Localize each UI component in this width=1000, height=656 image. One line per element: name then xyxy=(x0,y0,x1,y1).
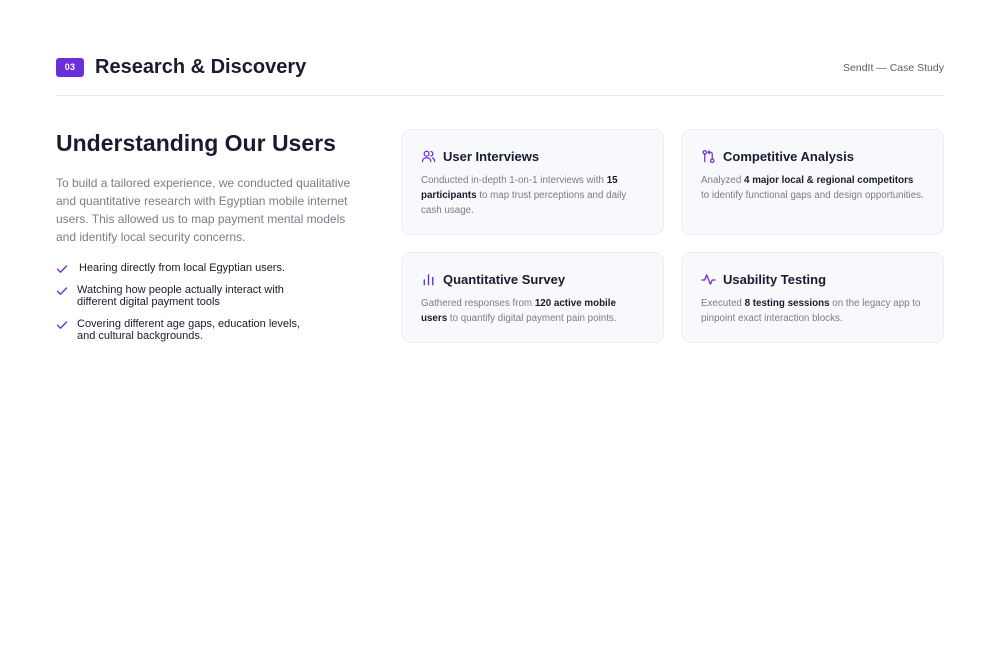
check-icon xyxy=(56,286,68,295)
section-title: Understanding Our Users xyxy=(56,130,336,156)
check-icon xyxy=(56,320,68,329)
card-competitive-analysis: Competitive Analysis Analyzed 4 major lo… xyxy=(681,129,944,235)
card-highlight: 4 major local & regional competitors xyxy=(744,175,914,186)
section-number-badge: 03 xyxy=(56,58,84,77)
intro-column: Understanding Our Users To build a tailo… xyxy=(56,128,376,352)
page-title: Research & Discovery xyxy=(95,56,307,78)
card-description: Analyzed 4 major local & regional compet… xyxy=(701,173,924,203)
case-study-label: SendIt — Case Study xyxy=(843,62,944,74)
card-usability-testing: Usability Testing Executed 8 testing ses… xyxy=(681,252,944,343)
bar-chart-icon xyxy=(423,274,434,286)
card-highlight: 8 testing sessions xyxy=(744,298,830,309)
card-title: Competitive Analysis xyxy=(723,149,855,164)
card-quantitative-survey: Quantitative Survey Gathered responses f… xyxy=(401,252,664,343)
users-icon xyxy=(421,150,436,163)
intro-paragraph: To build a tailored experience, we condu… xyxy=(56,176,351,244)
compare-icon xyxy=(702,149,715,164)
card-text: to quantify digital payment pain points. xyxy=(447,313,617,324)
list-item: Covering different age gaps, education l… xyxy=(56,318,316,343)
list-item: Hearing directly from local Egyptian use… xyxy=(56,262,316,275)
card-text: to identify functional gaps and design o… xyxy=(701,190,924,201)
page-header: 03 Research & Discovery SendIt — Case St… xyxy=(56,56,944,96)
activity-icon xyxy=(701,274,716,285)
card-text: Executed xyxy=(701,298,745,309)
check-icon xyxy=(56,265,68,273)
card-title: Usability Testing xyxy=(723,272,827,287)
card-text: Analyzed xyxy=(701,175,745,186)
card-title: User Interviews xyxy=(443,149,540,164)
list-item-text: Watching how people actually interact wi… xyxy=(77,283,284,309)
list-item-text: Hearing directly from local Egyptian use… xyxy=(79,262,286,274)
card-description: Executed 8 testing sessions on the legac… xyxy=(701,296,924,326)
list-item-text: Covering different age gaps, education l… xyxy=(77,317,300,343)
card-description: Conducted in-depth 1-on-1 interviews wit… xyxy=(421,173,644,218)
card-text: Gathered responses from xyxy=(421,298,535,309)
list-item: Watching how people actually interact wi… xyxy=(56,284,316,309)
card-user-interviews: User Interviews Conducted in-depth 1-on-… xyxy=(401,129,664,235)
card-description: Gathered responses from 120 active mobil… xyxy=(421,296,644,326)
card-title: Quantitative Survey xyxy=(443,272,566,287)
research-goals-list: Hearing directly from local Egyptian use… xyxy=(56,262,376,343)
card-text: Conducted in-depth 1-on-1 interviews wit… xyxy=(421,175,607,186)
